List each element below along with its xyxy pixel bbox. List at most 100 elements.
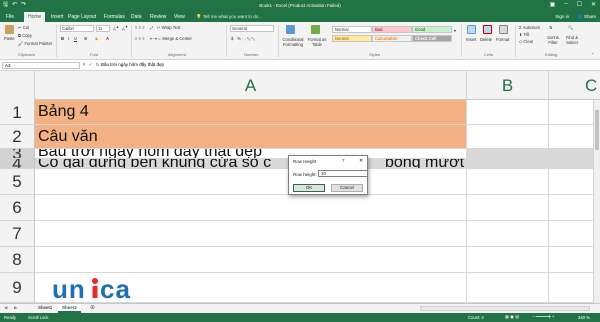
new-sheet-icon[interactable]: ⊕ [90,304,95,311]
cancel-button[interactable]: Cancel [331,184,363,192]
cell-b6[interactable] [467,195,549,220]
align-left-icon[interactable]: ≡ ≡ ≡ [135,36,145,41]
column-header-c[interactable]: C [549,71,600,100]
tab-data[interactable]: Data [131,14,142,20]
style-neutral[interactable]: Neutral [332,35,372,42]
zoom-slider[interactable]: − ━━━━━┿ + [532,314,554,319]
format-cells-icon[interactable] [499,25,508,34]
horizontal-scrollbar[interactable] [420,306,590,311]
sort-filter-button[interactable]: Sort & Filter [545,35,561,45]
delete-cells-icon[interactable] [483,25,492,34]
cell-a8[interactable] [35,247,467,272]
style-calculation[interactable]: Calculation [372,35,412,42]
tab-page-layout[interactable]: Page Layout [68,14,96,20]
wrap-text-button[interactable]: ↵ Wrap Text [157,25,180,30]
ok-button[interactable]: OK [293,184,325,192]
tell-me-box[interactable]: 💡 Tell me what you want to do... [196,14,262,20]
fill-button[interactable]: ⬇ Fill [519,32,529,37]
insert-button[interactable]: Insert [466,37,476,42]
cell-a4[interactable]: Cô gái đứng bên khung cửa sổ c bồng mượt [35,159,467,168]
sheet-next-icon[interactable]: ▶ [14,305,17,311]
row-header-8[interactable]: 8 [0,247,35,273]
share-button[interactable]: 👤 Share [577,14,596,20]
column-header-b[interactable]: B [467,71,549,100]
row-header-5[interactable]: 5 [0,169,35,195]
format-painter-button[interactable]: 🖌 Format Painter [18,41,52,47]
font-size-select[interactable]: 11 [96,25,110,32]
style-check-cell[interactable]: Check Cell [412,35,452,42]
row-header-9[interactable]: 9 [0,273,35,303]
align-top-icon[interactable]: ≡ ≡ ≡ [135,25,145,30]
row-header-3[interactable]: 3 [0,149,35,159]
scrollbar-thumb[interactable] [595,110,599,150]
merge-center-button[interactable]: ⇔ Merge & Center [157,36,192,41]
cut-button[interactable]: ✂ Cut [18,25,29,30]
number-format-icons[interactable]: $ · % · , ⁰₀ ⁰₀ [231,36,255,41]
tab-formulas[interactable]: Formulas [104,14,125,20]
fill-color-icon[interactable]: ◆ [95,36,98,41]
sheet-prev-icon[interactable]: ◀ [4,305,7,311]
ribbon-display-icon[interactable]: ▣ [550,1,556,8]
sign-in-link[interactable]: Sign in [555,14,569,20]
zoom-level[interactable]: 340 % [578,315,590,320]
vertical-scrollbar[interactable] [593,100,600,303]
paste-button[interactable]: Paste [4,36,15,41]
delete-button[interactable]: Delete [480,37,492,42]
row-header-1[interactable]: 1 [0,100,35,125]
style-normal[interactable]: Normal [332,26,372,33]
number-format-select[interactable]: General [230,25,274,32]
paste-icon[interactable] [5,25,14,34]
format-button[interactable]: Format [496,37,509,42]
copy-button[interactable]: ⧉ Copy [18,33,32,38]
cell-a7[interactable] [35,221,467,246]
styles-more-icon[interactable]: ▾ [454,28,456,33]
conditional-formatting-button[interactable]: Conditional Formatting [281,37,305,47]
cell-b5[interactable] [467,169,549,194]
style-bad[interactable]: Bad [372,26,412,33]
cell-b8[interactable] [467,247,549,272]
font-name-select[interactable]: Calibri [60,25,94,32]
cell-b3[interactable] [467,149,549,158]
row-header-2[interactable]: 2 [0,125,35,149]
cell-a2[interactable]: Câu văn [35,125,467,148]
cell-a5[interactable] [35,169,467,194]
cell-b2[interactable] [467,125,549,148]
conditional-formatting-icon[interactable] [286,25,295,34]
indent-icon[interactable]: ⇤⇥ [150,36,157,41]
row-header-4[interactable]: 4 [0,159,35,169]
enter-icon[interactable]: ✓ [89,62,93,68]
sort-filter-icon[interactable]: ⇅ [549,25,553,30]
column-header-a[interactable]: A [35,71,467,100]
format-as-table-button[interactable]: Format as Table [306,37,328,47]
cell-a6[interactable] [35,195,467,220]
view-buttons[interactable]: ▦ ▣ ▤ [505,314,519,319]
close-icon[interactable]: ✕ [359,158,363,164]
row-height-input[interactable]: 10 [318,170,368,177]
close-icon[interactable]: ✕ [591,1,596,8]
name-box[interactable]: A3 [2,62,80,69]
sheet-tab-1[interactable]: Sheet1 [34,304,56,313]
help-button[interactable]: ? [342,158,345,163]
collapse-ribbon-icon[interactable]: ⌃ [591,52,595,57]
clear-button[interactable]: ◇ Clear [519,39,533,44]
format-as-table-icon[interactable] [311,25,320,34]
tab-view[interactable]: View [174,14,185,20]
orientation-icon[interactable]: ⤢ [150,25,153,30]
cell-b1[interactable] [467,100,549,124]
bold-icon[interactable]: B [61,36,64,41]
insert-cells-icon[interactable] [467,25,476,34]
sheet-tab-2[interactable]: Sheet2 [58,304,81,313]
style-good[interactable]: Good [412,26,452,33]
tab-home[interactable]: Home [24,12,46,22]
autosum-button[interactable]: Σ AutoSum [519,25,540,30]
maximize-icon[interactable]: ☐ [577,1,582,8]
formula-input[interactable]: Bầu trời ngày hôm đấy thật đẹp [101,62,164,68]
minimize-icon[interactable]: – [564,1,567,8]
fx-icon[interactable]: fx [96,62,100,68]
row-header-7[interactable]: 7 [0,221,35,247]
italic-icon[interactable]: I [68,36,69,41]
find-select-icon[interactable]: 🔍 [568,25,573,31]
tab-file[interactable]: File [6,14,14,20]
cell-b7[interactable] [467,221,549,246]
select-all-corner[interactable] [0,71,35,100]
